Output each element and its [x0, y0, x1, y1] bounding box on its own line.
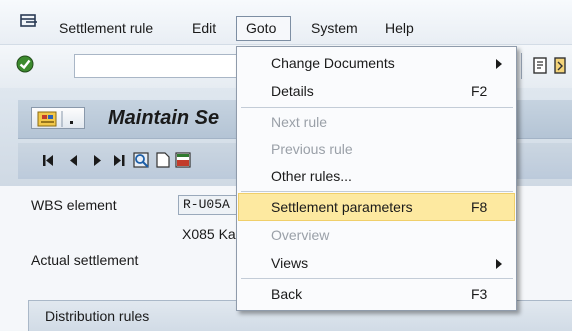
- actual-settlement-label: Actual settlement: [31, 252, 139, 268]
- toolbar-separator: [521, 53, 522, 79]
- menu-item-previous-rule: Previous rule: [238, 135, 515, 163]
- menu-item-shortcut: F3: [471, 286, 488, 302]
- menu-help[interactable]: Help: [385, 20, 414, 36]
- command-field[interactable]: [74, 54, 254, 78]
- menu-bar: Settlement rule Edit Goto System Help: [0, 0, 572, 44]
- create-session-icon[interactable]: [531, 55, 571, 77]
- next-record-icon[interactable]: [94, 155, 101, 166]
- menu-item-shortcut: F8: [471, 199, 488, 215]
- menu-item-other-rules[interactable]: Other rules...: [238, 162, 515, 190]
- menu-item-back[interactable]: Back F3: [238, 280, 515, 308]
- wbs-element-field[interactable]: R-U05A: [178, 195, 238, 215]
- menu-system[interactable]: System: [311, 20, 358, 36]
- menu-item-label: Overview: [271, 227, 330, 243]
- menu-item-shortcut: F2: [471, 83, 488, 99]
- first-record-icon[interactable]: [43, 155, 53, 166]
- menu-settlement-rule[interactable]: Settlement rule: [59, 20, 153, 36]
- submenu-arrow-icon: [496, 59, 502, 69]
- menu-item-label: Next rule: [271, 114, 328, 130]
- wbs-description: X085 Ka: [182, 226, 236, 242]
- submenu-arrow-icon: [496, 259, 502, 269]
- menu-item-change-documents[interactable]: Change Documents: [238, 49, 515, 77]
- menu-item-label: Other rules...: [271, 168, 352, 184]
- enter-check-icon[interactable]: [16, 55, 34, 73]
- menu-item-label: Previous rule: [271, 141, 353, 157]
- page-title: Maintain Se: [108, 107, 220, 129]
- new-document-icon[interactable]: [156, 152, 170, 168]
- menu-separator: [241, 278, 513, 279]
- navigation-icons: [43, 152, 191, 168]
- previous-record-icon[interactable]: [70, 155, 77, 166]
- gui-options-icon: [37, 111, 73, 127]
- distribution-rules-label: Distribution rules: [45, 308, 150, 324]
- spreadsheet-icon[interactable]: [175, 152, 191, 168]
- menu-edit[interactable]: Edit: [192, 20, 216, 36]
- menu-item-overview: Overview: [238, 221, 515, 249]
- goto-dropdown-menu: Change Documents Details F2 Next rule Pr…: [236, 46, 517, 311]
- menu-goto[interactable]: Goto: [246, 20, 276, 36]
- menu-item-label: Back: [271, 286, 303, 302]
- menu-item-next-rule: Next rule: [238, 108, 515, 136]
- menu-item-settlement-parameters[interactable]: Settlement parameters F8: [238, 193, 515, 221]
- last-record-icon[interactable]: [114, 155, 125, 166]
- menu-separator: [241, 191, 513, 192]
- menu-item-label: Change Documents: [271, 55, 395, 71]
- menu-item-label: Settlement parameters: [271, 199, 413, 215]
- menu-item-label: Views: [271, 255, 309, 271]
- system-menu-icon[interactable]: [20, 13, 38, 29]
- wbs-element-label: WBS element: [31, 197, 117, 213]
- find-icon[interactable]: [133, 152, 149, 168]
- gui-options-button[interactable]: [31, 107, 85, 129]
- menu-item-label: Details: [271, 83, 314, 99]
- menu-item-views[interactable]: Views: [238, 249, 515, 277]
- menu-item-details[interactable]: Details F2: [238, 77, 515, 105]
